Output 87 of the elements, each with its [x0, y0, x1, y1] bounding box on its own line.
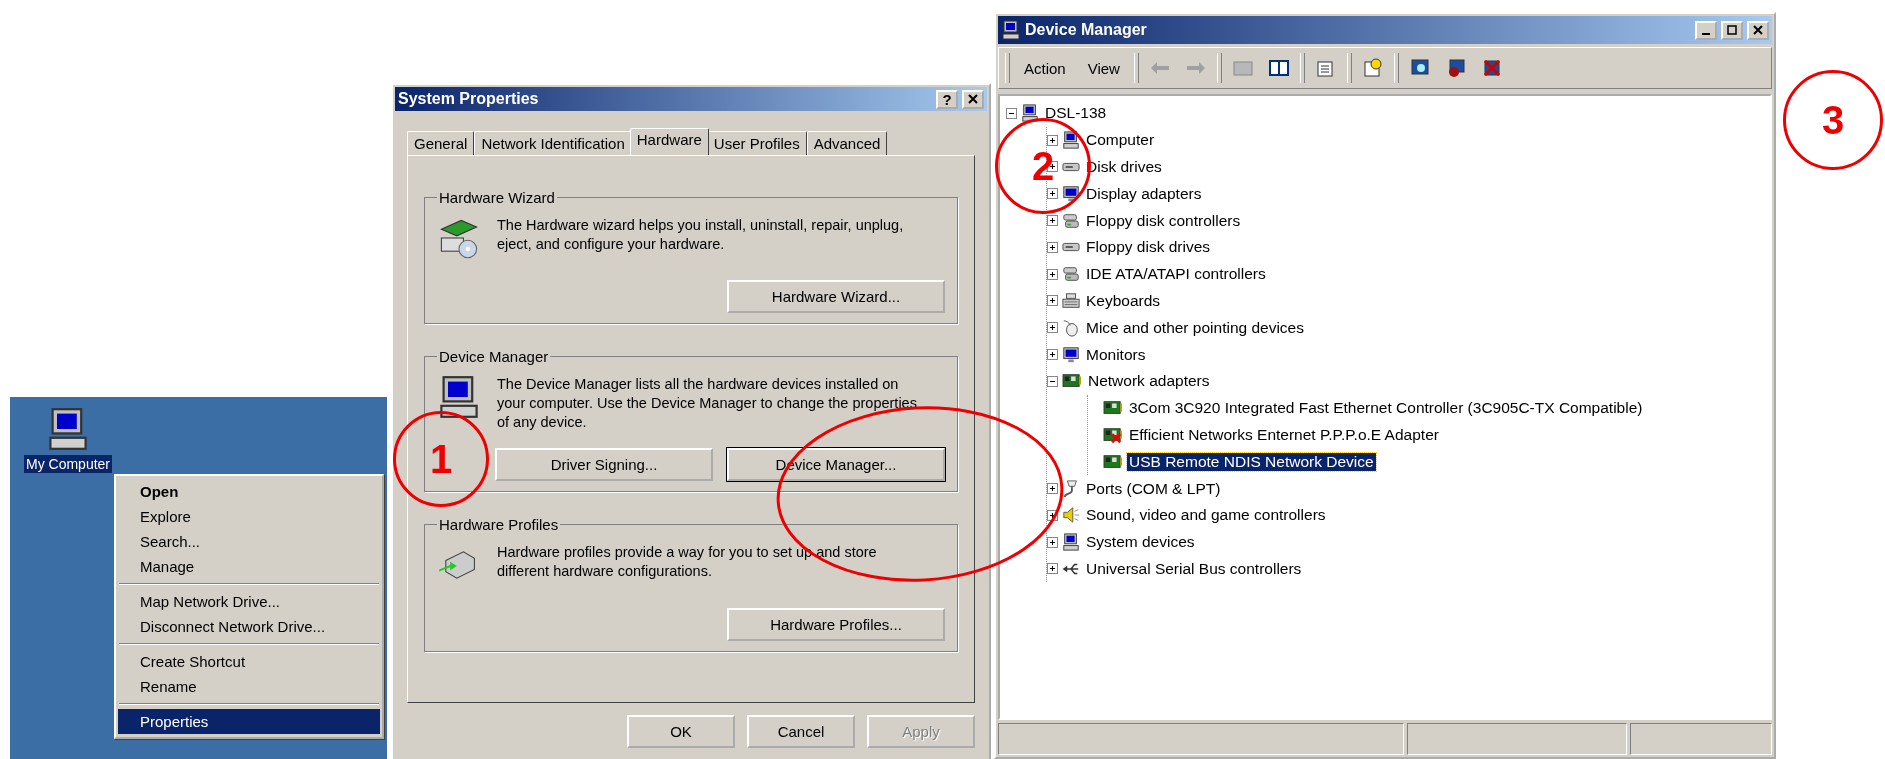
tree-item[interactable]: Efficient Networks Enternet P.P.P.o.E Adapter — [1127, 425, 1441, 444]
speaker-icon — [1062, 506, 1080, 525]
dialog-button[interactable]: Hardware Wizard... — [727, 280, 945, 313]
dialog-button[interactable]: Cancel — [747, 715, 855, 748]
maximize-icon — [1727, 25, 1737, 35]
computer-icon — [437, 375, 481, 419]
tree-item[interactable]: Sound, video and game controllers — [1084, 506, 1328, 525]
tree-item[interactable]: USB Remote NDIS Network Device — [1127, 452, 1376, 471]
tree-item[interactable]: Floppy disk controllers — [1084, 211, 1243, 230]
tree-item[interactable]: Network adapters — [1086, 372, 1212, 391]
tab[interactable]: Network Identification — [474, 131, 632, 155]
close-button[interactable] — [962, 89, 984, 109]
group-title: Hardware Wizard — [438, 189, 556, 206]
menu-item[interactable]: Manage — [118, 554, 380, 579]
computer-icon — [1062, 533, 1080, 552]
controller-icon — [1062, 265, 1080, 284]
menu-item[interactable]: Explore — [118, 504, 380, 529]
expand-icon[interactable] — [1047, 536, 1058, 548]
expand-icon[interactable] — [1047, 268, 1058, 280]
menu[interactable]: View — [1079, 59, 1128, 77]
dialog-button[interactable]: OK — [627, 715, 735, 748]
tab[interactable]: Advanced — [806, 131, 888, 155]
tree-item[interactable]: Monitors — [1084, 345, 1148, 364]
menu-item[interactable]: Rename — [118, 674, 380, 699]
expand-icon[interactable] — [1047, 215, 1058, 227]
description: The Device Manager lists all the hardware devices installed on your computer. Use the Device Manager to change the properties of any device. — [497, 375, 918, 432]
tree-item[interactable]: Floppy disk drives — [1084, 238, 1213, 257]
tree-item[interactable]: Display adapters — [1084, 184, 1204, 203]
monitor-icon — [1062, 345, 1080, 364]
step-number: 1 — [393, 411, 489, 507]
network-card-error-icon — [1103, 425, 1123, 444]
computer-icon — [1021, 104, 1039, 123]
collapse-icon[interactable] — [1047, 375, 1058, 387]
tree-item[interactable]: DSL-138 — [1043, 104, 1109, 123]
tree-item[interactable]: 3Com 3C920 Integrated Fast Ethernet Controller (3C905C-TX Compatible) — [1127, 399, 1645, 418]
maximize-button[interactable] — [1721, 20, 1743, 40]
expand-icon[interactable] — [1047, 134, 1058, 146]
group-title: Hardware Profiles — [438, 516, 560, 533]
expand-icon[interactable] — [1047, 295, 1058, 307]
menu[interactable]: Action — [1016, 59, 1074, 77]
group-title: Device Manager — [438, 348, 550, 365]
close-icon — [1753, 25, 1763, 35]
close-icon — [968, 94, 978, 104]
tree-item[interactable]: Universal Serial Bus controllers — [1084, 559, 1304, 578]
window-title: System Properties — [398, 90, 540, 108]
tab[interactable]: User Profiles — [706, 131, 807, 155]
expand-icon[interactable] — [1047, 322, 1058, 334]
computer-icon — [1001, 20, 1021, 40]
dialog-button[interactable]: Hardware Profiles... — [727, 608, 945, 641]
menu-item[interactable]: Disconnect Network Drive... — [118, 614, 380, 639]
tree-item[interactable]: IDE ATA/ATAPI controllers — [1084, 265, 1268, 284]
menu-item[interactable]: Search... — [118, 529, 380, 554]
menu-item[interactable]: Create Shortcut — [118, 649, 380, 674]
tree-item[interactable]: System devices — [1084, 533, 1197, 552]
expand-icon[interactable] — [1047, 509, 1058, 521]
minimize-icon — [1702, 33, 1710, 35]
tree-item[interactable]: Keyboards — [1084, 291, 1163, 310]
tab[interactable]: General — [407, 131, 475, 155]
monitor-icon — [1062, 184, 1080, 203]
expand-icon[interactable] — [1047, 241, 1058, 253]
expand-icon[interactable] — [1047, 483, 1058, 495]
help-button[interactable]: ? — [936, 89, 958, 109]
mouse-icon — [1062, 318, 1080, 337]
desktop-icon-label[interactable]: My Computer — [24, 455, 112, 473]
minimize-button[interactable] — [1695, 20, 1717, 40]
computer-icon — [46, 407, 90, 451]
keyboard-icon — [1062, 291, 1080, 310]
tree-item[interactable]: Mice and other pointing devices — [1084, 318, 1306, 337]
window-title: Device Manager — [1025, 21, 1148, 39]
port-icon — [1062, 479, 1080, 498]
network-card-icon — [1103, 452, 1123, 471]
menu-item[interactable]: Properties — [118, 709, 380, 734]
tab[interactable]: Hardware — [629, 128, 709, 155]
close-button[interactable] — [1747, 20, 1769, 40]
expand-icon[interactable] — [1047, 188, 1058, 200]
tree-item[interactable]: Computer — [1084, 131, 1157, 150]
computer-icon — [1062, 131, 1080, 150]
controller-icon — [1062, 211, 1080, 230]
collapse-icon[interactable] — [1006, 107, 1017, 119]
expand-icon[interactable] — [1047, 563, 1058, 575]
expand-icon[interactable] — [1047, 349, 1058, 361]
step-number: 3 — [1783, 70, 1883, 170]
dialog-button[interactable]: Driver Signing... — [495, 448, 713, 481]
menu-item[interactable]: Open — [118, 479, 380, 504]
tree-item[interactable]: Ports (COM & LPT) — [1084, 479, 1223, 498]
menu-item[interactable]: Map Network Drive... — [118, 589, 380, 614]
description: The Hardware wizard helps you install, uninstall, repair, unplug, eject, and configure your hardware. — [497, 216, 905, 254]
